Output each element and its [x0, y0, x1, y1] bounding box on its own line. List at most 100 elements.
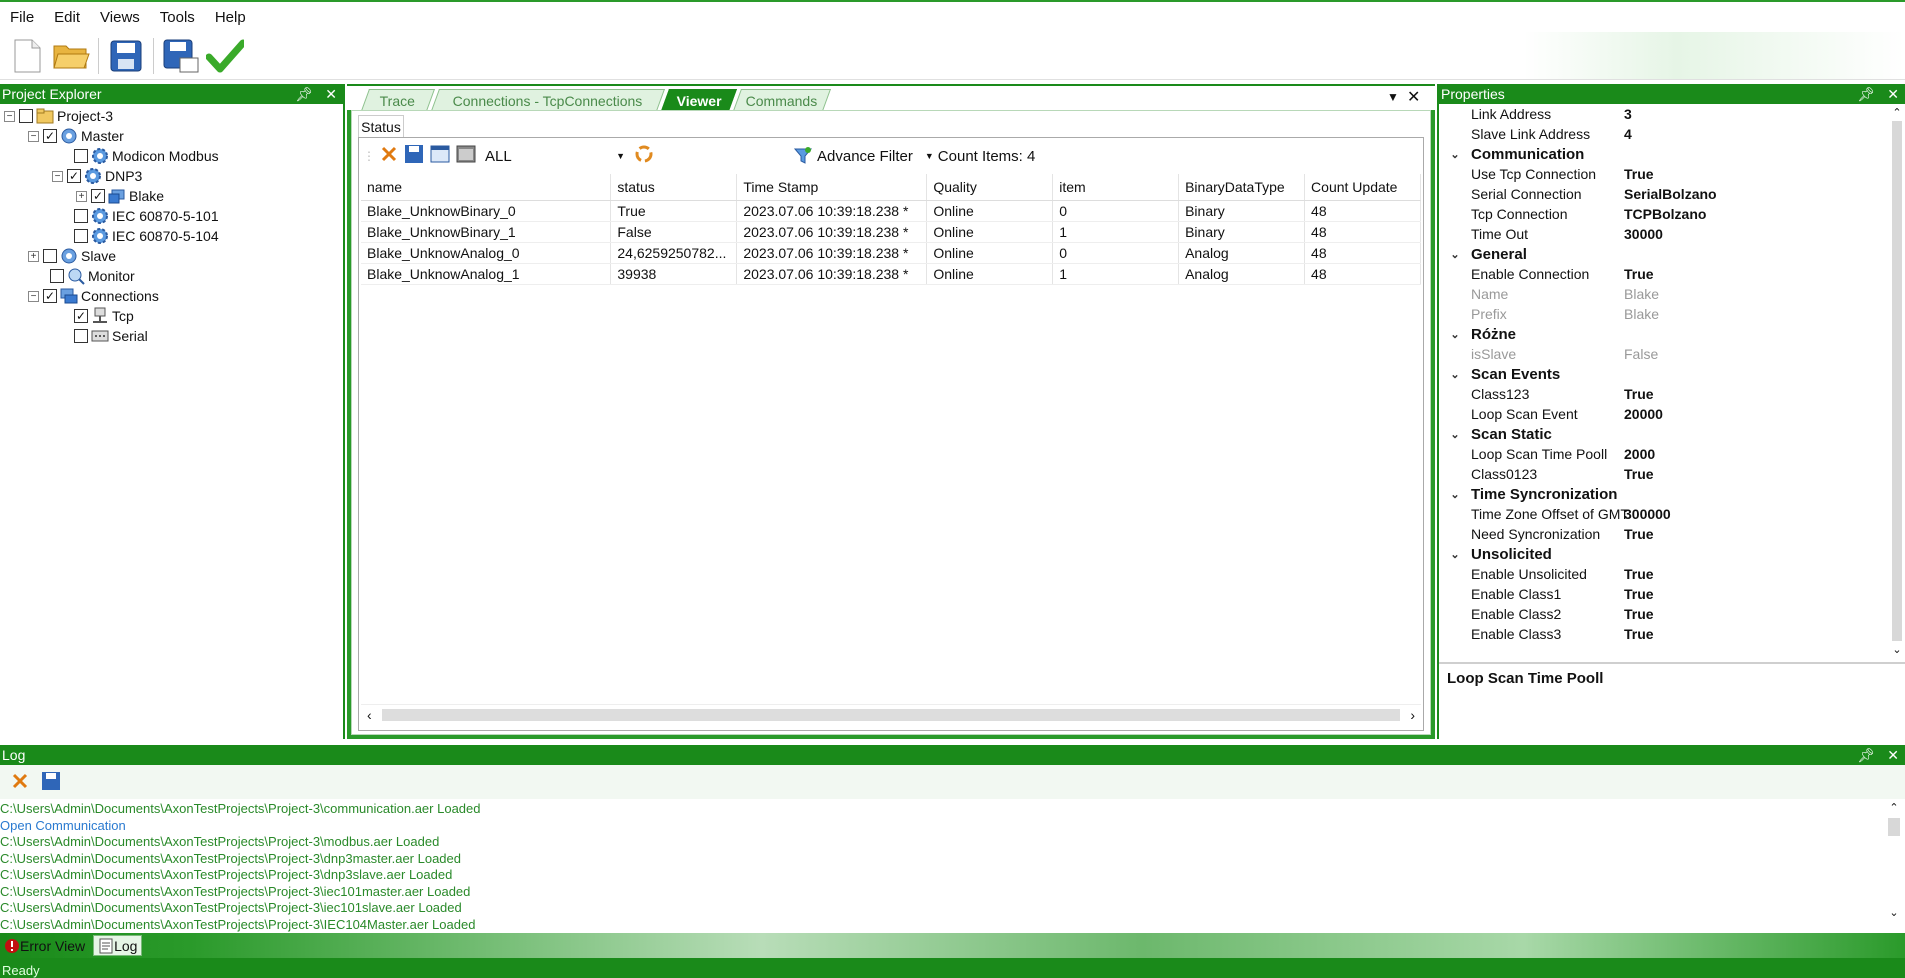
window-button[interactable] — [429, 143, 451, 169]
collapse-toggle[interactable]: − — [4, 110, 15, 122]
property-value[interactable]: 4 — [1624, 126, 1632, 142]
tree-item-dnp3[interactable]: − ✓ DNP3 — [0, 166, 343, 186]
property-value[interactable]: True — [1624, 526, 1654, 542]
pin-icon[interactable]: 📌︎ — [1857, 86, 1875, 103]
validate-button[interactable] — [206, 36, 244, 76]
table-row[interactable]: Blake_UnknowAnalog_0 24,6259250782... 20… — [361, 242, 1421, 264]
scroll-thumb[interactable] — [381, 708, 1401, 721]
property-row[interactable]: Enable Class2 True — [1439, 604, 1905, 624]
checkbox[interactable] — [74, 209, 88, 223]
scroll-thumb[interactable] — [1892, 121, 1902, 641]
property-row[interactable]: Name Blake — [1439, 284, 1905, 304]
chevron-down-icon[interactable]: ⌄ — [1439, 368, 1471, 381]
save-log-button[interactable] — [40, 770, 62, 795]
column-header-count-update[interactable]: Count Update — [1304, 174, 1421, 201]
property-row[interactable]: Time Out 30000 — [1439, 224, 1905, 244]
scroll-down-icon[interactable]: ⌄ — [1889, 643, 1905, 656]
log-scrollbar[interactable]: ⌃ ⌄ — [1886, 801, 1902, 933]
tree-item-master[interactable]: − ✓ Master — [0, 126, 343, 146]
property-row[interactable]: Loop Scan Event 20000 — [1439, 404, 1905, 424]
save-button[interactable] — [107, 36, 145, 76]
expand-toggle[interactable]: + — [76, 190, 87, 202]
property-value[interactable]: 300000 — [1624, 506, 1671, 522]
checkbox[interactable] — [19, 109, 33, 123]
tab-list-dropdown-icon[interactable]: ▼ — [1387, 90, 1399, 104]
checkbox[interactable] — [74, 229, 88, 243]
collapse-toggle[interactable]: − — [28, 290, 39, 302]
scroll-down-icon[interactable]: ⌄ — [1886, 906, 1902, 919]
checkbox[interactable] — [43, 249, 57, 263]
property-row[interactable]: Loop Scan Time Pooll 2000 — [1439, 444, 1905, 464]
checkbox[interactable]: ✓ — [74, 309, 88, 323]
property-row[interactable]: Link Address 3 — [1439, 104, 1905, 124]
tree-item-serial[interactable]: Serial — [0, 326, 343, 346]
scroll-up-icon[interactable]: ⌃ — [1886, 801, 1902, 814]
scroll-up-icon[interactable]: ⌃ — [1889, 106, 1905, 119]
tab-error-view[interactable]: Error View — [0, 935, 89, 956]
property-row[interactable]: Time Zone Offset of GMT 300000 — [1439, 504, 1905, 524]
tree-item-project[interactable]: − Project-3 — [0, 106, 343, 126]
checkbox[interactable]: ✓ — [43, 129, 57, 143]
chevron-down-icon[interactable]: ⌄ — [1439, 328, 1471, 341]
close-icon[interactable]: ✕ — [1887, 747, 1899, 764]
property-value[interactable]: True — [1624, 586, 1654, 602]
close-icon[interactable]: ✕ — [1887, 86, 1899, 103]
column-header-quality[interactable]: Quality — [926, 174, 1054, 201]
category-time-syncronization[interactable]: ⌄ Time Syncronization — [1439, 484, 1905, 504]
property-value[interactable]: 30000 — [1624, 226, 1663, 242]
category-communication[interactable]: ⌄ Communication — [1439, 144, 1905, 164]
chevron-down-icon[interactable]: ⌄ — [1439, 428, 1471, 441]
checkbox[interactable] — [74, 329, 88, 343]
properties-scrollbar[interactable]: ⌃ ⌄ — [1889, 106, 1905, 660]
tab-log[interactable]: Log — [93, 935, 143, 956]
new-file-button[interactable] — [8, 36, 46, 76]
scroll-thumb[interactable] — [1888, 818, 1900, 836]
property-value[interactable]: True — [1624, 266, 1654, 282]
save-button[interactable] — [403, 143, 425, 169]
close-document-icon[interactable]: ✕ — [1407, 87, 1420, 107]
tab-commands[interactable]: Commands — [732, 89, 832, 111]
panel-button[interactable] — [455, 143, 477, 169]
property-row[interactable]: Use Tcp Connection True — [1439, 164, 1905, 184]
expand-toggle[interactable]: + — [28, 250, 39, 262]
open-folder-button[interactable] — [52, 36, 90, 76]
refresh-button[interactable] — [633, 143, 655, 169]
clear-button[interactable] — [379, 144, 399, 168]
menu-edit[interactable]: Edit — [44, 9, 90, 26]
scroll-right-icon[interactable]: › — [1410, 707, 1415, 723]
property-value[interactable]: SerialBolzano — [1624, 186, 1717, 202]
property-value[interactable]: True — [1624, 566, 1654, 582]
chevron-down-icon[interactable]: ⌄ — [1439, 488, 1471, 501]
tree-item-connections[interactable]: − ✓ Connections — [0, 286, 343, 306]
tree-item-iec101[interactable]: IEC 60870-5-101 — [0, 206, 343, 226]
checkbox[interactable] — [50, 269, 64, 283]
chevron-down-icon[interactable]: ⌄ — [1439, 248, 1471, 261]
chevron-down-icon[interactable]: ⌄ — [1439, 148, 1471, 161]
property-row[interactable]: Serial Connection SerialBolzano — [1439, 184, 1905, 204]
property-value[interactable]: True — [1624, 466, 1654, 482]
filter-select[interactable]: ALL ▼ — [481, 148, 629, 165]
scroll-left-icon[interactable]: ‹ — [367, 707, 372, 723]
table-row[interactable]: Blake_UnknowBinary_1 False 2023.07.06 10… — [361, 221, 1421, 243]
chevron-down-icon[interactable]: ▼ — [925, 151, 934, 161]
pin-icon[interactable]: 📌︎ — [1857, 747, 1875, 764]
table-row[interactable]: Blake_UnknowBinary_0 True 2023.07.06 10:… — [361, 200, 1421, 222]
property-value[interactable]: True — [1624, 626, 1654, 642]
menu-tools[interactable]: Tools — [150, 9, 205, 26]
category-rozne[interactable]: ⌄ Różne — [1439, 324, 1905, 344]
collapse-toggle[interactable]: − — [52, 170, 63, 182]
checkbox[interactable]: ✓ — [91, 189, 105, 203]
close-icon[interactable]: ✕ — [325, 86, 337, 103]
column-header-binarydatatype[interactable]: BinaryDataType — [1178, 174, 1306, 201]
menu-help[interactable]: Help — [205, 9, 256, 26]
property-value[interactable]: True — [1624, 606, 1654, 622]
tree-item-blake[interactable]: + ✓ Blake — [0, 186, 343, 206]
tab-status[interactable]: Status — [358, 115, 404, 137]
tab-viewer[interactable]: Viewer — [660, 89, 738, 111]
column-header-timestamp[interactable]: Time Stamp — [736, 174, 928, 201]
category-general[interactable]: ⌄ General — [1439, 244, 1905, 264]
menu-file[interactable]: File — [0, 9, 44, 26]
property-row[interactable]: Class123 True — [1439, 384, 1905, 404]
checkbox[interactable] — [74, 149, 88, 163]
column-header-name[interactable]: name — [361, 174, 612, 201]
